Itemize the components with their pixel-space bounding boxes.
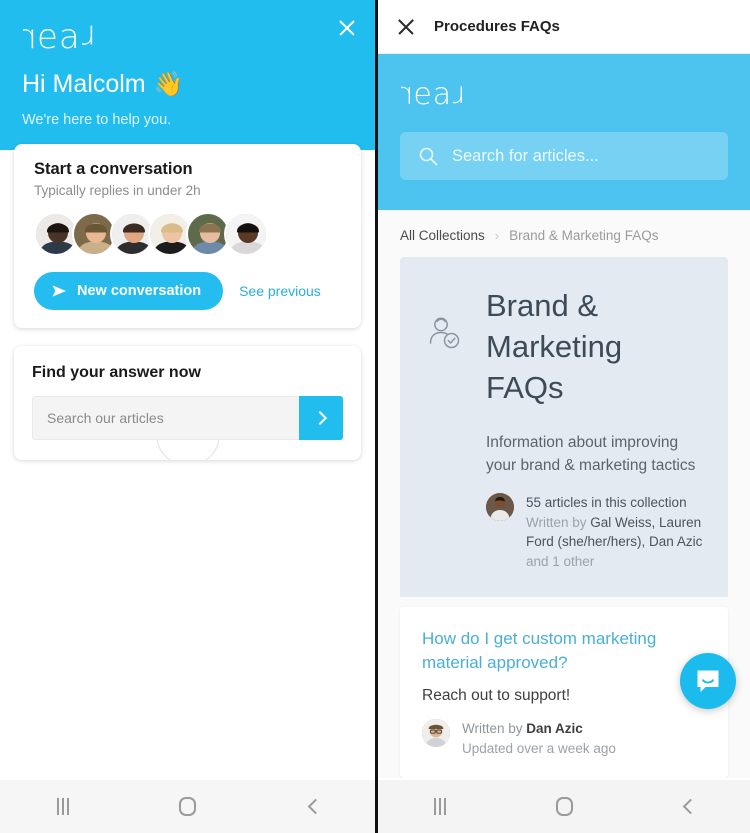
start-conversation-card: Start a conversation Typically replies i…	[14, 144, 361, 328]
brand-logo: rear	[400, 77, 466, 113]
find-answer-title: Find your answer now	[32, 364, 201, 381]
new-conversation-label: New conversation	[77, 283, 202, 299]
authors-suffix: and 1 other	[526, 553, 595, 569]
back-icon	[307, 798, 323, 815]
new-conversation-button[interactable]: New conversation	[34, 272, 224, 310]
help-center-topbar: Procedures FAQs	[378, 0, 750, 54]
back-button[interactable]	[285, 780, 341, 833]
home-icon	[555, 797, 573, 816]
see-previous-link[interactable]: See previous	[239, 283, 321, 299]
article-updated: Updated over a week ago	[462, 741, 616, 757]
collection-description: Information about improving your brand &…	[486, 433, 696, 474]
article-meta: Written by Dan Azic Updated over a week …	[422, 719, 706, 760]
article-list-item[interactable]: How do I get custom marketing material a…	[400, 607, 728, 778]
help-center-hero: rear Search for articles...	[378, 54, 750, 210]
messenger-home: rear Hi Malcolm 👋 We're here to help you…	[0, 0, 375, 780]
help-center-search[interactable]: Search for articles...	[400, 132, 728, 180]
find-answer-card: Find your answer now	[14, 346, 361, 460]
messenger-hero: rear Hi Malcolm 👋 We're here to help you…	[0, 0, 375, 150]
chevron-right-icon	[312, 410, 327, 426]
collection-authors: Written by Gal Weiss, Lauren Ford (she/h…	[526, 513, 704, 572]
sub-greeting: We're here to help you.	[22, 112, 172, 128]
greeting-row: Hi Malcolm 👋	[22, 70, 353, 99]
close-icon[interactable]	[396, 17, 416, 37]
recents-button[interactable]	[35, 780, 91, 833]
home-button[interactable]	[160, 780, 216, 833]
search-input[interactable]	[32, 396, 299, 440]
recents-button[interactable]	[412, 780, 468, 833]
article-title-link[interactable]: How do I get custom marketing material a…	[422, 627, 706, 675]
right-phone-help-center: Procedures FAQs rear Search for articles…	[375, 0, 750, 833]
article-search-row	[32, 396, 343, 440]
search-icon	[419, 147, 438, 166]
avatar	[422, 719, 450, 747]
article-count: 55 articles in this collection	[526, 495, 687, 511]
wave-emoji-icon: 👋	[153, 71, 184, 98]
send-icon	[52, 285, 67, 297]
close-icon[interactable]	[335, 16, 359, 40]
conversation-actions: New conversation See previous	[34, 272, 341, 310]
written-by-prefix: Written by	[462, 721, 527, 736]
dual-phone-screenshot: rear Hi Malcolm 👋 We're here to help you…	[0, 0, 750, 833]
collection-main: Brand & Marketing FAQs Information about…	[486, 285, 704, 571]
page-title: Procedures FAQs	[434, 18, 560, 35]
article-snippet: Reach out to support!	[422, 687, 571, 704]
greeting-text: Hi Malcolm	[22, 70, 146, 98]
chat-bubble-smile-icon	[697, 670, 719, 692]
reply-time-text: Typically replies in under 2h	[34, 183, 201, 198]
teammate-avatars	[34, 212, 341, 256]
home-icon	[179, 797, 196, 816]
collection-meta-text: 55 articles in this collection Written b…	[526, 493, 704, 571]
android-nav-bar	[0, 780, 375, 833]
breadcrumb-current: Brand & Marketing FAQs	[509, 228, 659, 243]
collection-title: Brand & Marketing FAQs	[486, 288, 623, 406]
brand-logo: rear	[22, 17, 96, 57]
breadcrumb-all-collections[interactable]: All Collections	[400, 228, 485, 243]
author-name: Dan Azic	[526, 721, 583, 736]
back-icon	[682, 798, 699, 815]
avatar	[486, 493, 514, 522]
article-meta-text: Written by Dan Azic Updated over a week …	[462, 719, 616, 760]
collection-header: Brand & Marketing FAQs Information about…	[400, 257, 728, 598]
help-center-view: Procedures FAQs rear Search for articles…	[378, 0, 750, 780]
recents-icon	[434, 798, 446, 815]
left-phone-messenger: rear Hi Malcolm 👋 We're here to help you…	[0, 0, 375, 833]
home-button[interactable]	[536, 780, 592, 833]
search-placeholder-text: Search for articles...	[452, 146, 599, 165]
intercom-launcher-button[interactable]	[680, 653, 736, 709]
breadcrumb-separator-icon: ›	[494, 228, 500, 243]
avatar	[224, 212, 268, 256]
recents-icon	[56, 798, 69, 815]
android-nav-bar	[378, 780, 750, 833]
back-button[interactable]	[660, 780, 716, 833]
breadcrumb: All Collections › Brand & Marketing FAQs	[378, 210, 750, 257]
search-submit-button[interactable]	[299, 396, 343, 440]
person-check-icon	[424, 285, 464, 571]
article-author: Written by Dan Azic	[462, 719, 616, 739]
written-by-prefix: Written by	[526, 514, 591, 530]
card-title: Start a conversation	[34, 160, 193, 178]
collection-meta: 55 articles in this collection Written b…	[486, 493, 704, 571]
